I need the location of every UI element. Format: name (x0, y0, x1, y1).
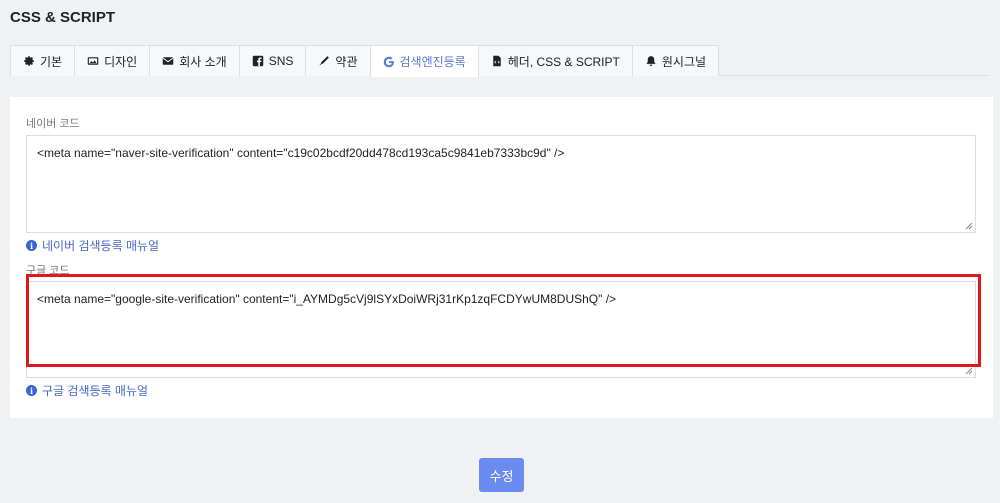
resize-handle-icon[interactable] (965, 222, 973, 230)
naver-manual-label: 네이버 검색등록 매뉴얼 (42, 239, 160, 253)
tab-terms[interactable]: 약관 (305, 45, 371, 76)
tab-label: 약관 (335, 54, 358, 69)
gear-icon (23, 55, 35, 67)
google-code-label: 구글 코드 (26, 265, 70, 277)
tab-company-intro[interactable]: 회사 소개 (149, 45, 240, 76)
tab-basic[interactable]: 기본 (10, 45, 76, 76)
google-manual-label: 구글 검색등록 매뉴얼 (42, 384, 149, 398)
settings-tabs: 기본 디자인 회사 소개 SNS 약관 검색엔진등록 헤더, CSS & SCR… (10, 45, 990, 77)
submit-button[interactable]: 수정 (479, 458, 524, 492)
pen-icon (318, 55, 330, 67)
tab-design[interactable]: 디자인 (74, 45, 151, 76)
naver-code-textarea[interactable]: <meta name="naver-site-verification" con… (26, 135, 976, 233)
tab-search-engine[interactable]: 검색엔진등록 (369, 45, 479, 77)
google-code-textarea[interactable]: <meta name="google-site-verification" co… (26, 281, 976, 378)
tab-sns[interactable]: SNS (238, 45, 307, 76)
tab-label: 헤더, CSS & SCRIPT (507, 54, 620, 69)
tab-label: SNS (268, 54, 294, 68)
image-icon (87, 55, 99, 67)
tab-onesignal[interactable]: 원시그널 (631, 45, 720, 76)
tab-label: 기본 (40, 54, 63, 69)
tab-label: 원시그널 (661, 54, 707, 69)
envelope-icon (162, 55, 174, 67)
naver-manual-link[interactable]: i 네이버 검색등록 매뉴얼 (26, 237, 159, 254)
tab-header-css-script[interactable]: 헤더, CSS & SCRIPT (477, 45, 633, 76)
info-icon: i (26, 385, 37, 396)
page-title: CSS & SCRIPT (10, 9, 116, 26)
naver-code-label: 네이버 코드 (26, 118, 80, 130)
info-icon: i (26, 240, 37, 251)
tab-label: 디자인 (104, 54, 138, 69)
google-manual-link[interactable]: i 구글 검색등록 매뉴얼 (26, 382, 148, 399)
bell-icon (645, 55, 657, 67)
google-code-value: <meta name="google-site-verification" co… (37, 292, 617, 306)
facebook-icon (252, 55, 264, 67)
resize-handle-icon[interactable] (965, 367, 973, 375)
file-code-icon (491, 55, 503, 67)
tab-label: 검색엔진등록 (399, 55, 466, 69)
naver-code-value: <meta name="naver-site-verification" con… (37, 146, 565, 160)
tab-label: 회사 소개 (179, 54, 227, 69)
search-engine-panel: 네이버 코드 <meta name="naver-site-verificati… (10, 97, 993, 418)
google-icon (383, 56, 395, 68)
